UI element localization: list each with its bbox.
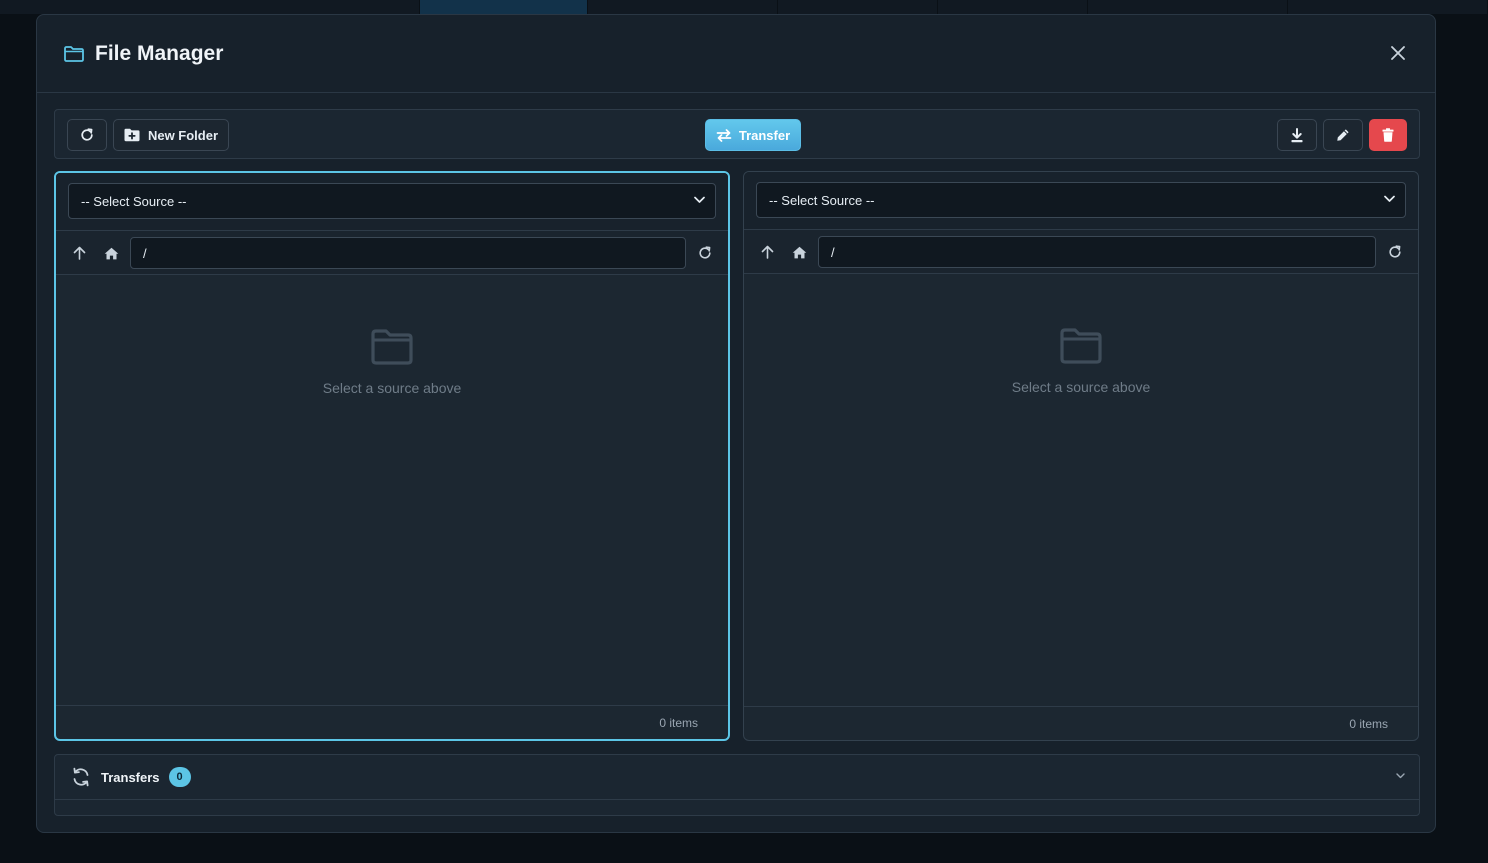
path-value: / bbox=[831, 244, 835, 260]
refresh-icon bbox=[699, 246, 711, 259]
pane-footer: 0 items bbox=[744, 706, 1418, 740]
path-bar: / bbox=[56, 231, 728, 275]
folder-plus-icon bbox=[124, 128, 140, 142]
refresh-icon bbox=[81, 128, 93, 141]
transfers-toggle[interactable]: Transfers 0 bbox=[55, 755, 1419, 800]
new-folder-label: New Folder bbox=[147, 127, 219, 143]
pane-source-bar: -- Select Source -- bbox=[56, 173, 728, 231]
chevron-down-icon bbox=[1384, 195, 1395, 202]
close-button[interactable] bbox=[1387, 42, 1409, 64]
delete-button[interactable] bbox=[1369, 119, 1407, 151]
empty-state-text: Select a source above bbox=[1011, 379, 1151, 395]
sync-icon bbox=[73, 767, 89, 787]
file-list[interactable]: Select a source above bbox=[744, 274, 1418, 706]
source-select-value: -- Select Source -- bbox=[81, 193, 187, 209]
home-button[interactable] bbox=[790, 243, 808, 261]
modal-title: File Manager bbox=[95, 41, 224, 65]
source-select[interactable]: -- Select Source -- bbox=[756, 182, 1406, 218]
folder-icon bbox=[63, 45, 85, 63]
folder-icon bbox=[1060, 328, 1102, 364]
up-directory-button[interactable] bbox=[70, 244, 88, 262]
refresh-button[interactable] bbox=[67, 119, 107, 151]
refresh-icon bbox=[1389, 245, 1401, 258]
empty-state: Select a source above bbox=[744, 328, 1418, 395]
up-directory-button[interactable] bbox=[758, 243, 776, 261]
transfers-panel: Transfers 0 bbox=[54, 754, 1420, 816]
left-pane[interactable]: -- Select Source -- / Select a source ab… bbox=[54, 171, 730, 741]
file-list[interactable]: Select a source above bbox=[56, 275, 728, 707]
pencil-icon bbox=[1337, 129, 1349, 141]
path-value: / bbox=[143, 245, 147, 261]
background-tab bbox=[420, 0, 588, 14]
chevron-down-icon bbox=[694, 196, 705, 203]
background-tab bbox=[1288, 0, 1488, 14]
background-tab-strip bbox=[0, 0, 1488, 14]
transfer-button[interactable]: Transfer bbox=[705, 119, 801, 151]
home-icon bbox=[792, 246, 806, 258]
pane-refresh-button[interactable] bbox=[696, 244, 714, 262]
close-icon bbox=[1391, 46, 1405, 60]
file-manager-modal: File Manager New Folder Transfer -- Sele… bbox=[36, 14, 1436, 833]
empty-state: Select a source above bbox=[56, 329, 728, 396]
download-icon bbox=[1291, 127, 1303, 142]
new-folder-button[interactable]: New Folder bbox=[113, 119, 229, 151]
transfers-label: Transfers bbox=[101, 769, 160, 785]
background-tab bbox=[0, 0, 420, 14]
download-button[interactable] bbox=[1277, 119, 1317, 151]
right-pane[interactable]: -- Select Source -- / Select a source ab… bbox=[743, 171, 1419, 741]
background-tab bbox=[1088, 0, 1288, 14]
pane-footer: 0 items bbox=[56, 705, 728, 739]
item-count: 0 items bbox=[1349, 716, 1388, 731]
path-input[interactable]: / bbox=[818, 236, 1376, 268]
source-select-value: -- Select Source -- bbox=[769, 192, 875, 208]
toolbar: New Folder Transfer bbox=[54, 109, 1420, 159]
pane-source-bar: -- Select Source -- bbox=[744, 172, 1418, 230]
item-count: 0 items bbox=[659, 715, 698, 730]
chevron-down-icon bbox=[1396, 773, 1405, 779]
path-input[interactable]: / bbox=[130, 237, 686, 269]
empty-state-text: Select a source above bbox=[322, 380, 462, 396]
pane-refresh-button[interactable] bbox=[1386, 243, 1404, 261]
arrow-up-icon bbox=[73, 246, 85, 260]
trash-icon bbox=[1382, 128, 1394, 142]
path-bar: / bbox=[744, 230, 1418, 274]
swap-arrows-icon bbox=[716, 128, 732, 142]
rename-button[interactable] bbox=[1323, 119, 1363, 151]
transfer-label: Transfer bbox=[738, 127, 791, 143]
transfers-count-badge: 0 bbox=[168, 767, 191, 787]
source-select[interactable]: -- Select Source -- bbox=[68, 183, 716, 219]
modal-header: File Manager bbox=[37, 15, 1435, 93]
folder-icon bbox=[371, 329, 413, 365]
home-button[interactable] bbox=[102, 244, 120, 262]
home-icon bbox=[104, 247, 118, 259]
background-tab bbox=[588, 0, 778, 14]
background-tab bbox=[778, 0, 938, 14]
arrow-up-icon bbox=[761, 245, 773, 259]
background-tab bbox=[938, 0, 1088, 14]
